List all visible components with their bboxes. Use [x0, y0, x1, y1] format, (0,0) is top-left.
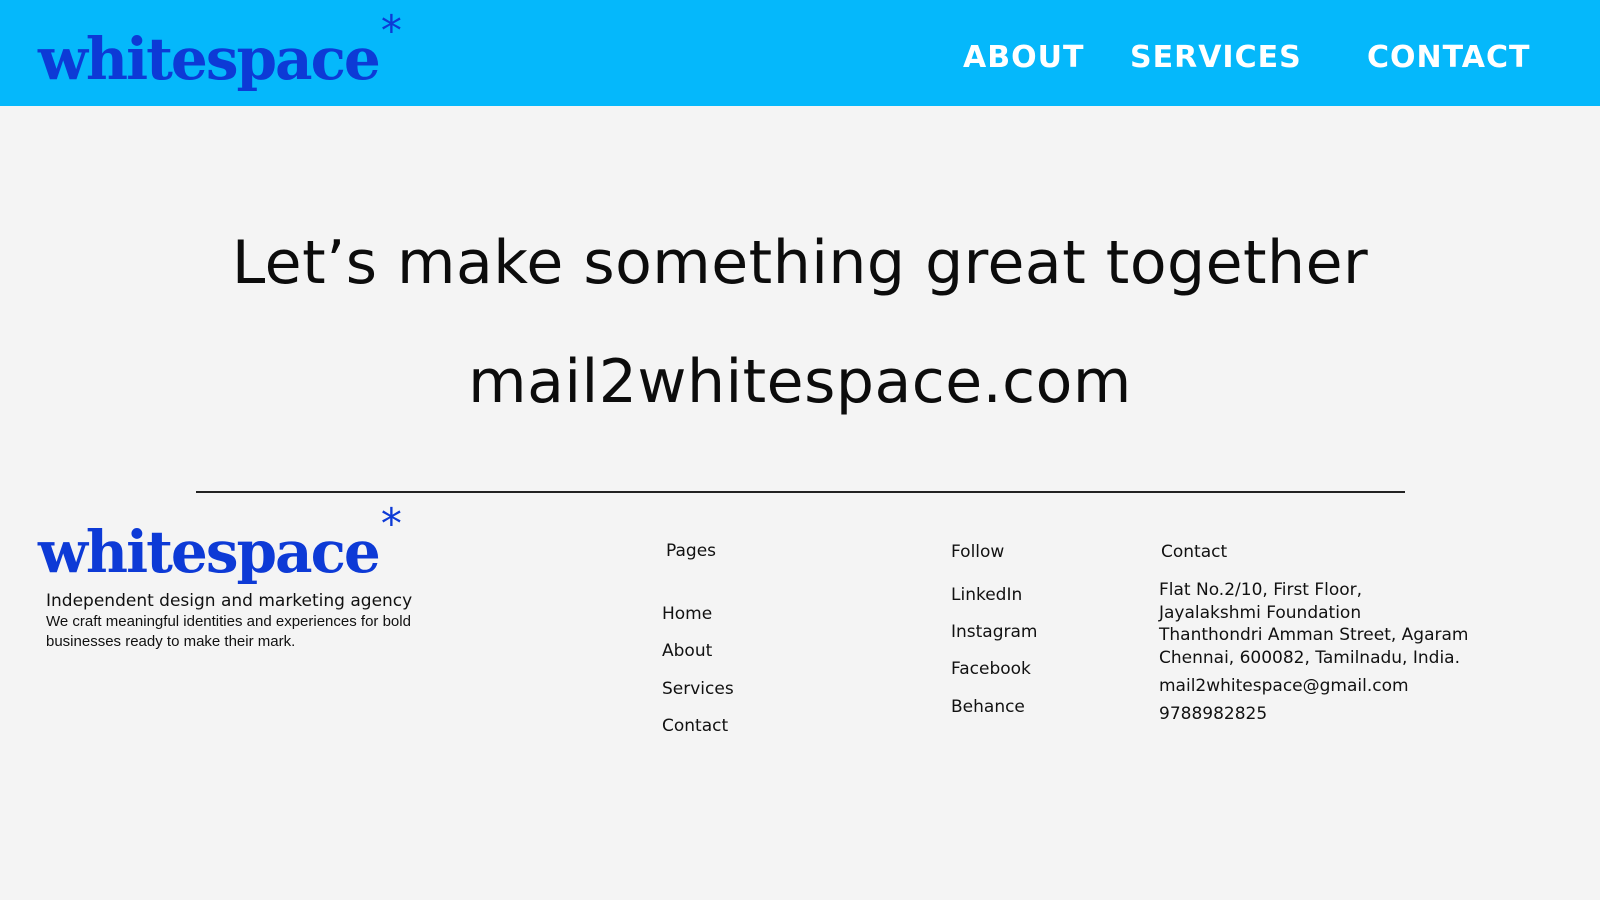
footer-link-instagram[interactable]: Instagram: [951, 622, 1038, 642]
footer-link-linkedin[interactable]: LinkedIn: [951, 585, 1022, 605]
footer-link-facebook[interactable]: Facebook: [951, 659, 1031, 679]
asterisk-icon: *: [380, 6, 402, 55]
nav-contact-link[interactable]: CONTACT: [1367, 40, 1530, 75]
logo-wordmark: whitespace: [38, 25, 381, 93]
address-line: Chennai, 600082, Tamilnadu, India.: [1159, 647, 1460, 668]
footer-tagline: Independent design and marketing agency: [46, 591, 413, 611]
header-logo[interactable]: whitespace*: [38, 10, 402, 89]
footer-logo-wordmark: whitespace: [38, 518, 381, 586]
contact-phone-link[interactable]: 9788982825: [1159, 704, 1267, 724]
footer-link-contact[interactable]: Contact: [662, 716, 728, 736]
footer-link-home[interactable]: Home: [662, 604, 712, 624]
footer-logo[interactable]: whitespace*: [38, 503, 402, 582]
contact-email-link[interactable]: mail2whitespace@gmail.com: [1159, 676, 1409, 696]
nav-about-link[interactable]: ABOUT: [963, 40, 1084, 75]
hero-email-link[interactable]: mail2whitespace.com: [0, 347, 1600, 417]
footer-divider: [196, 491, 1405, 493]
site-header: whitespace* ABOUT SERVICES CONTACT: [0, 0, 1600, 106]
pages-heading: Pages: [666, 541, 717, 561]
follow-heading: Follow: [951, 542, 1005, 562]
address-line: Thanthondri Amman Street, Agaram: [1159, 625, 1469, 645]
address-line: Flat No.2/10, First Floor,: [1159, 580, 1363, 600]
address-line: Jayalakshmi Foundation: [1159, 602, 1362, 623]
nav-services-link[interactable]: SERVICES: [1130, 40, 1302, 75]
footer-description: We craft meaningful identities and exper…: [46, 613, 411, 650]
contact-address: Flat No.2/10, First Floor, Jayalakshmi F…: [1159, 579, 1469, 669]
contact-heading: Contact: [1161, 542, 1228, 562]
footer-link-services[interactable]: Services: [662, 679, 734, 699]
footer-link-behance[interactable]: Behance: [951, 697, 1025, 717]
footer-link-about[interactable]: About: [662, 641, 712, 661]
hero-title: Let’s make something great together: [231, 228, 1369, 298]
asterisk-icon: *: [380, 499, 402, 548]
